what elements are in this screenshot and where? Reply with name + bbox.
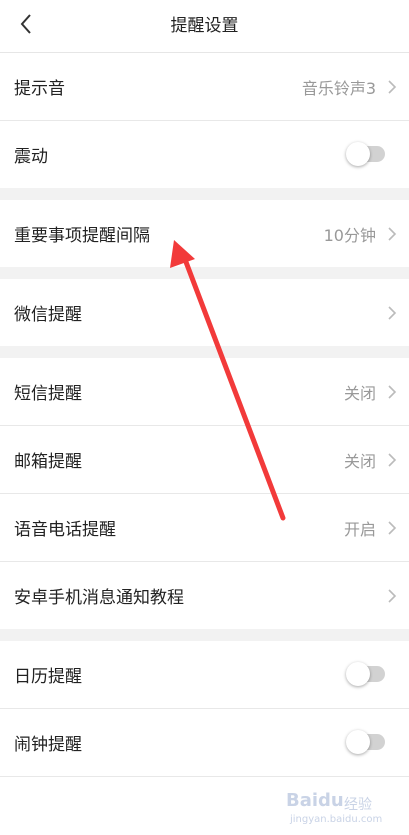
- section-gap: [0, 188, 409, 200]
- row-sms[interactable]: 短信提醒 关闭: [0, 358, 409, 425]
- row-value: 开启: [343, 519, 376, 539]
- row-label: 语音电话提醒: [14, 520, 116, 540]
- watermark-brand: Baidu: [286, 790, 344, 811]
- chevron-right-icon: [388, 227, 397, 241]
- row-label: 日历提醒: [14, 667, 82, 687]
- chevron-right-icon: [388, 453, 397, 467]
- row-calendar[interactable]: 日历提醒: [0, 641, 409, 708]
- top-bar: 提醒设置: [0, 0, 409, 53]
- watermark-sub: 经验: [344, 797, 372, 813]
- row-mail[interactable]: 邮箱提醒 关闭: [0, 426, 409, 493]
- watermark-url: jingyan.baidu.com: [290, 814, 383, 825]
- row-value: 关闭: [343, 451, 376, 471]
- chevron-right-icon: [388, 385, 397, 399]
- alarm-toggle[interactable]: [346, 730, 385, 754]
- baidu-watermark: Baidu 经验 jingyan.baidu.com: [286, 790, 402, 830]
- row-label: 邮箱提醒: [14, 452, 82, 472]
- row-label: 提示音: [14, 79, 65, 99]
- section-gap: [0, 629, 409, 641]
- row-important-interval[interactable]: 重要事项提醒间隔 10分钟: [0, 200, 409, 267]
- toggle-knob: [346, 730, 370, 754]
- section-gap: [0, 267, 409, 279]
- row-voice-call[interactable]: 语音电话提醒 开启: [0, 494, 409, 561]
- row-label: 重要事项提醒间隔: [14, 226, 150, 246]
- row-label: 安卓手机消息通知教程: [14, 588, 184, 608]
- divider: [0, 776, 409, 777]
- section-gap: [0, 346, 409, 358]
- vibrate-toggle[interactable]: [346, 142, 385, 166]
- calendar-toggle[interactable]: [346, 662, 385, 686]
- row-wechat[interactable]: 微信提醒: [0, 279, 409, 346]
- chevron-right-icon: [388, 306, 397, 320]
- row-label: 震动: [14, 147, 48, 167]
- row-value: 10分钟: [323, 225, 376, 245]
- row-value: 关闭: [343, 383, 376, 403]
- chevron-right-icon: [388, 80, 397, 94]
- row-label: 闹钟提醒: [14, 735, 82, 755]
- row-tone[interactable]: 提示音 音乐铃声3: [0, 53, 409, 120]
- toggle-knob: [346, 662, 370, 686]
- toggle-knob: [346, 142, 370, 166]
- row-label: 微信提醒: [14, 305, 82, 325]
- chevron-right-icon: [388, 589, 397, 603]
- row-alarm[interactable]: 闹钟提醒: [0, 709, 409, 776]
- page-title: 提醒设置: [170, 16, 239, 36]
- chevron-right-icon: [388, 521, 397, 535]
- row-android-tutorial[interactable]: 安卓手机消息通知教程: [0, 562, 409, 629]
- row-vibrate[interactable]: 震动: [0, 121, 409, 188]
- row-value: 音乐铃声3: [301, 78, 376, 98]
- row-label: 短信提醒: [14, 384, 82, 404]
